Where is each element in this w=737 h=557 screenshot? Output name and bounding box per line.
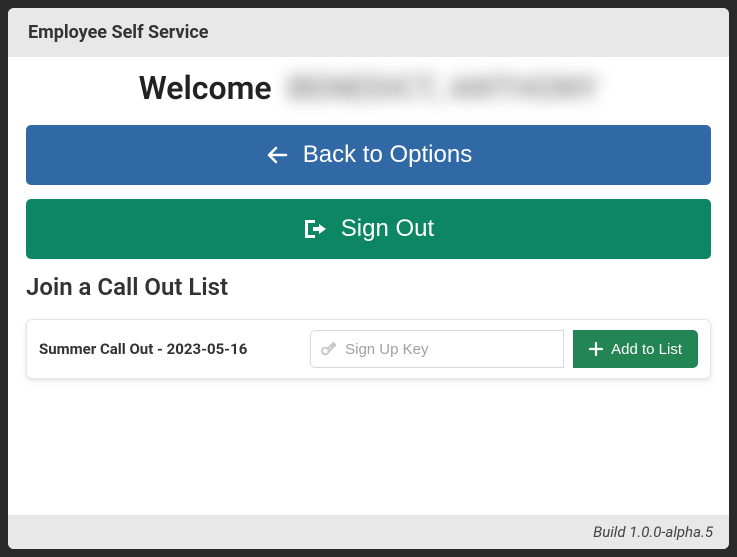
add-to-list-label: Add to List <box>611 341 682 358</box>
back-button-label: Back to Options <box>303 141 472 169</box>
sign-out-icon <box>303 218 327 240</box>
app-title: Employee Self Service <box>28 22 209 43</box>
content-area: Welcome BENEDICT, ANTHONY Back to Option… <box>8 57 729 515</box>
section-heading: Join a Call Out List <box>26 273 711 301</box>
sign-out-label: Sign Out <box>341 215 434 243</box>
add-to-list-button[interactable]: Add to List <box>573 330 698 368</box>
titlebar: Employee Self Service <box>8 8 729 57</box>
welcome-heading: Welcome BENEDICT, ANTHONY <box>26 57 711 125</box>
footer: Build 1.0.0-alpha.5 <box>8 515 729 549</box>
signup-key-input[interactable] <box>310 330 564 368</box>
sign-out-button[interactable]: Sign Out <box>26 199 711 259</box>
welcome-prefix: Welcome <box>139 69 272 107</box>
app-frame: Employee Self Service Welcome BENEDICT, … <box>8 8 729 549</box>
key-icon <box>320 341 336 357</box>
build-text: Build 1.0.0-alpha.5 <box>593 523 713 541</box>
plus-icon <box>589 342 603 356</box>
back-to-options-button[interactable]: Back to Options <box>26 125 711 185</box>
callout-card: Summer Call Out - 2023-05-16 A <box>26 319 711 379</box>
welcome-name: BENEDICT, ANTHONY <box>288 69 599 107</box>
callout-title: Summer Call Out - 2023-05-16 <box>39 340 300 358</box>
signup-key-wrap <box>310 330 564 368</box>
arrow-left-icon <box>265 143 289 167</box>
